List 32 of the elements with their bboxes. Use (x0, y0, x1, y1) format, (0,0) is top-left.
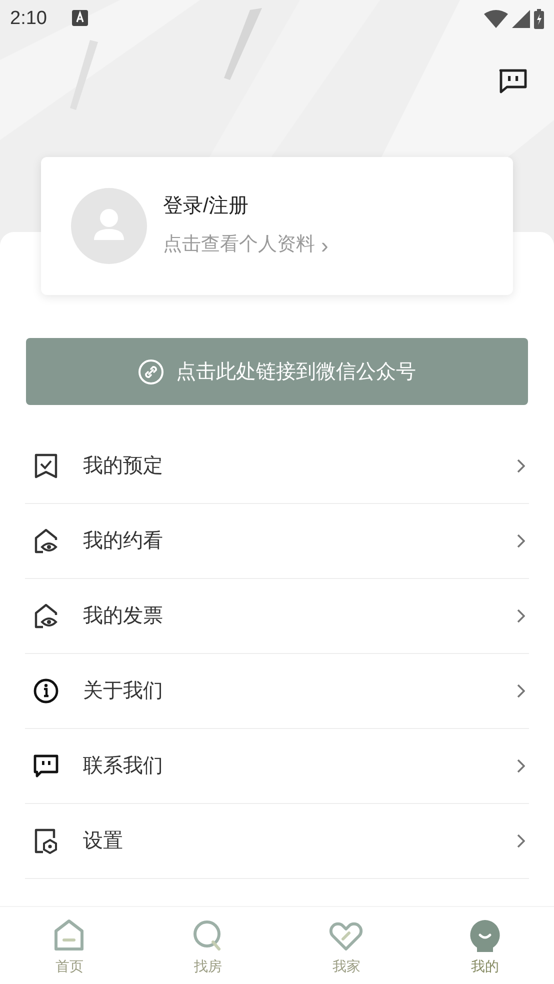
chevron-icon (517, 684, 525, 698)
house-eye-icon (33, 528, 59, 554)
signal-icon (512, 10, 530, 28)
keyboard-icon (72, 10, 88, 26)
chevron-icon (517, 534, 525, 548)
house-icon (52, 919, 86, 953)
message-icon[interactable] (499, 69, 527, 94)
document-gear-icon (33, 828, 59, 854)
profile-name: 登录/注册 (163, 194, 250, 218)
menu-item[interactable]: 设置 (25, 804, 529, 879)
tab[interactable]: 我的 (416, 907, 554, 984)
menu-item[interactable]: 我的约看 (25, 504, 529, 579)
wifi-icon (484, 10, 508, 28)
avatar-icon (71, 188, 147, 264)
chevron-icon: › (321, 228, 328, 262)
menu-item[interactable]: 联系我们 (25, 729, 529, 804)
status-time: 2:10 (10, 6, 47, 31)
chevron-icon (517, 834, 525, 848)
bookmark-check-icon (33, 453, 59, 479)
menu-item[interactable]: 我的预定 (25, 429, 529, 504)
menu-item[interactable]: 关于我们 (25, 654, 529, 729)
chevron-icon (517, 609, 525, 623)
info-icon (33, 678, 59, 704)
menu-item[interactable]: 我的发票 (25, 579, 529, 654)
chevron-icon (517, 459, 525, 473)
chat-icon (33, 753, 59, 779)
lightbulb-icon (468, 919, 502, 953)
battery-icon (534, 9, 544, 29)
link-icon (138, 358, 164, 384)
profile-card[interactable]: 登录/注册 点击查看个人资料 › (41, 157, 513, 295)
chevron-icon (517, 759, 525, 773)
house-eye-icon (33, 603, 59, 629)
